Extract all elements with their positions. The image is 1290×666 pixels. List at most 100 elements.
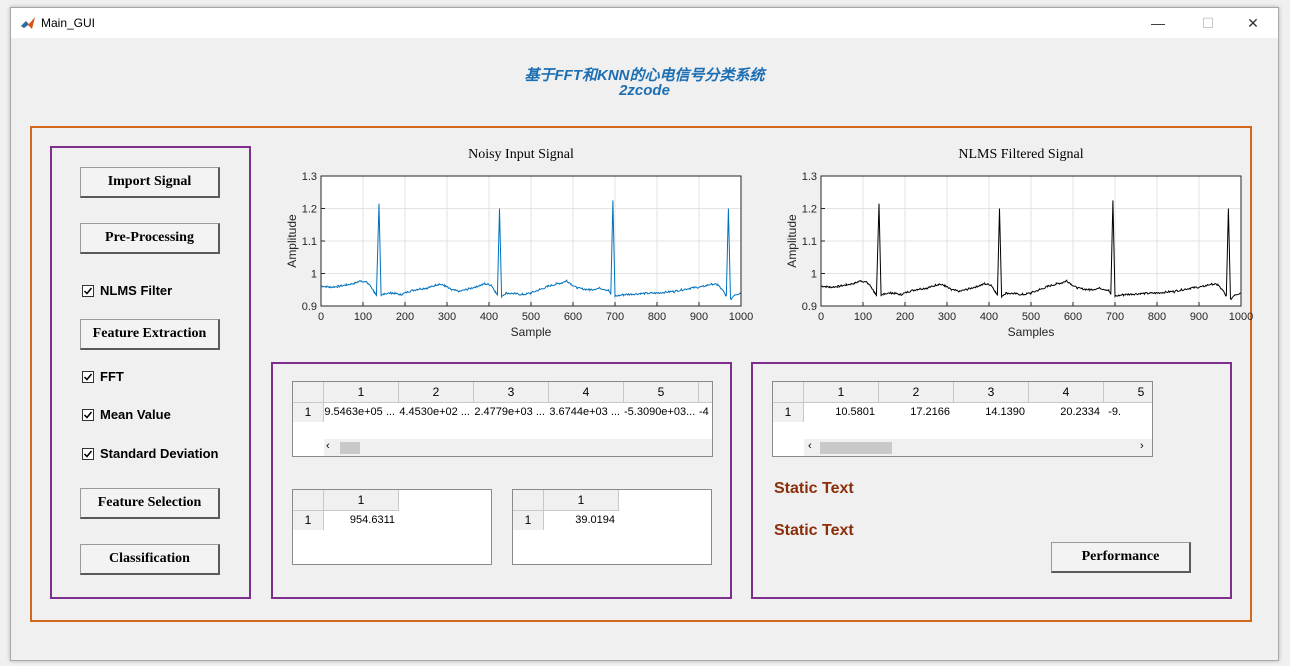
- mean-value-table[interactable]: 1 1 954.6311: [292, 489, 492, 565]
- column-header[interactable]: 2: [879, 382, 954, 403]
- x-tick-label: 200: [896, 311, 914, 323]
- noisy-signal-plot: 0 100 200 300 400 500 600 700 800 900 1000 0.9 1 1.1 1…: [285, 171, 753, 339]
- y-tick-label: 0.9: [802, 301, 817, 313]
- classification-button[interactable]: Classification: [80, 544, 220, 575]
- x-tick-label: 0: [318, 311, 324, 323]
- column-header[interactable]: 3: [954, 382, 1029, 403]
- checkbox-checked-icon: [82, 370, 94, 383]
- table-cell[interactable]: -4: [699, 403, 712, 422]
- gui-subtitle: 2zcode: [619, 82, 670, 99]
- table-cell[interactable]: 3.6744e+03 ...: [549, 403, 624, 422]
- x-tick-label: 100: [854, 311, 872, 323]
- checkbox-checked-icon: [82, 284, 94, 297]
- mean-value-checkbox[interactable]: Mean Value: [82, 407, 171, 422]
- fft-label: FFT: [100, 369, 124, 384]
- x-tick-label: 800: [1148, 311, 1166, 323]
- feature-extraction-button[interactable]: Feature Extraction: [80, 319, 220, 350]
- column-header[interactable]: 3: [474, 382, 549, 403]
- row-header: 1: [293, 403, 324, 422]
- x-tick-label: 900: [690, 311, 708, 323]
- y-tick-label: 1.3: [802, 171, 817, 183]
- x-tick-label: 700: [606, 311, 624, 323]
- y-tick-label: 1: [811, 269, 817, 281]
- std-dev-table[interactable]: 1 1 39.0194: [512, 489, 712, 565]
- x-tick-label: 200: [396, 311, 414, 323]
- title-bar: Main_GUI — ☐ ✕: [11, 8, 1278, 38]
- main-window: Main_GUI — ☐ ✕ 基于FFT和KNN的心电信号分类系统 2zcode…: [10, 7, 1279, 661]
- selected-features-table[interactable]: 1 2 3 4 5 1 10.5801 17.2166 14.1390 20.2…: [772, 381, 1153, 457]
- table-cell[interactable]: 9.5463e+05 ...: [324, 403, 399, 422]
- scroll-left-icon[interactable]: ‹: [808, 440, 812, 452]
- performance-button[interactable]: Performance: [1051, 542, 1191, 573]
- x-tick-label: 400: [480, 311, 498, 323]
- fft-checkbox[interactable]: FFT: [82, 369, 124, 384]
- standard-deviation-checkbox[interactable]: Standard Deviation: [82, 446, 218, 461]
- scroll-right-icon[interactable]: ›: [1140, 440, 1144, 452]
- nlms-filter-checkbox[interactable]: NLMS Filter: [82, 283, 172, 298]
- x-tick-label: 500: [522, 311, 540, 323]
- table-cell[interactable]: 4.4530e+02 ...: [399, 403, 474, 422]
- control-panel: [50, 146, 251, 599]
- table-cell[interactable]: 14.1390: [954, 403, 1029, 422]
- row-header: 1: [773, 403, 804, 422]
- checkbox-checked-icon: [82, 447, 94, 460]
- y-tick-label: 1.1: [302, 236, 317, 248]
- table-cell[interactable]: 2.4779e+03 ...: [474, 403, 549, 422]
- column-header[interactable]: 2: [399, 382, 474, 403]
- y-axis-label: Amplitude: [785, 214, 799, 268]
- mean-value-cell[interactable]: 954.6311: [324, 511, 399, 530]
- x-tick-label: 700: [1106, 311, 1124, 323]
- import-signal-button[interactable]: Import Signal: [80, 167, 220, 198]
- y-tick-label: 1.2: [302, 204, 317, 216]
- x-tick-label: 600: [1064, 311, 1082, 323]
- scroll-left-icon[interactable]: ‹: [326, 440, 330, 452]
- feature-table[interactable]: 1 2 3 4 5 1 9.5463e+05 ... 4.4530e+02 ..…: [292, 381, 713, 457]
- close-button[interactable]: ✕: [1233, 12, 1273, 34]
- scrollbar-thumb[interactable]: [820, 442, 892, 454]
- column-header[interactable]: 1: [804, 382, 879, 403]
- column-header[interactable]: 4: [549, 382, 624, 403]
- feature-selection-button[interactable]: Feature Selection: [80, 488, 220, 519]
- table-cell[interactable]: -5.3090e+03...: [624, 403, 699, 422]
- column-header[interactable]: 5: [624, 382, 699, 403]
- result-text-2: Static Text: [774, 522, 854, 539]
- y-tick-label: 1: [311, 269, 317, 281]
- x-tick-label: 300: [938, 311, 956, 323]
- x-tick-label: 600: [564, 311, 582, 323]
- plot2-title: NLMS Filtered Signal: [958, 147, 1084, 162]
- table-cell[interactable]: -9.: [1104, 403, 1122, 422]
- column-header: [699, 382, 712, 403]
- row-header: 1: [513, 511, 544, 530]
- x-axis-label: Sample: [511, 325, 552, 339]
- horizontal-scrollbar[interactable]: ‹ ›: [804, 439, 1152, 456]
- minimize-button[interactable]: —: [1138, 12, 1178, 34]
- table-corner: [293, 490, 324, 511]
- x-tick-label: 1000: [1229, 311, 1253, 323]
- standard-deviation-label: Standard Deviation: [100, 446, 219, 461]
- row-header: 1: [293, 511, 324, 530]
- horizontal-scrollbar[interactable]: ‹: [324, 439, 712, 456]
- table-cell[interactable]: 20.2334: [1029, 403, 1104, 422]
- window-title: Main_GUI: [41, 16, 96, 30]
- nlms-filter-label: NLMS Filter: [100, 283, 173, 298]
- scrollbar-thumb[interactable]: [340, 442, 360, 454]
- table-corner: [773, 382, 804, 403]
- checkbox-checked-icon: [82, 408, 94, 421]
- y-tick-label: 1.1: [802, 236, 817, 248]
- y-tick-label: 0.9: [302, 301, 317, 313]
- column-header[interactable]: 1: [324, 490, 399, 511]
- table-cell[interactable]: 10.5801: [804, 403, 879, 422]
- x-tick-label: 400: [980, 311, 998, 323]
- y-tick-label: 1.3: [302, 171, 317, 183]
- x-tick-label: 500: [1022, 311, 1040, 323]
- column-header[interactable]: 5: [1104, 382, 1152, 403]
- table-cell[interactable]: 17.2166: [879, 403, 954, 422]
- column-header[interactable]: 1: [544, 490, 619, 511]
- column-header[interactable]: 1: [324, 382, 399, 403]
- maximize-button[interactable]: ☐: [1188, 12, 1228, 34]
- column-header[interactable]: 4: [1029, 382, 1104, 403]
- y-tick-label: 1.2: [802, 204, 817, 216]
- pre-processing-button[interactable]: Pre-Processing: [80, 223, 220, 254]
- std-dev-cell[interactable]: 39.0194: [544, 511, 619, 530]
- result-text-1: Static Text: [774, 480, 854, 497]
